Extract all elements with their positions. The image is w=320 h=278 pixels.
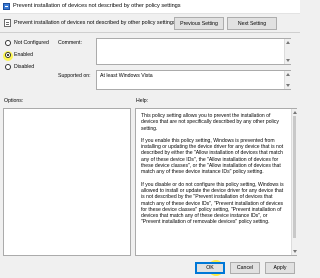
help-label: Help: [136,98,149,104]
supported-on-value: At least Windows Vista [100,73,153,79]
help-paragraph: If you disable or do not configure this … [141,181,284,226]
radio-enabled-circle[interactable] [5,52,11,58]
policy-setting-icon [4,19,11,27]
help-panel: This policy setting allows you to preven… [135,108,297,256]
radio-enabled-label: Enabled [14,52,34,58]
supported-on-field: At least Windows Vista [96,70,291,90]
radio-disabled-label: Disabled [14,64,35,70]
supported-scrollbar[interactable] [284,71,291,89]
scroll-down-icon[interactable] [286,59,290,62]
help-paragraph: This policy setting allows you to preven… [141,113,279,132]
help-scrollbar[interactable] [291,109,297,255]
previous-setting-button[interactable]: Previous Setting [174,17,224,30]
radio-disabled[interactable]: Disabled [5,64,34,70]
radio-not-configured-circle[interactable] [5,40,11,46]
radio-not-configured-label: Not Configured [14,40,49,46]
scroll-down-icon[interactable] [293,250,297,253]
ok-button[interactable]: OK [195,262,225,274]
apply-button[interactable]: Apply [265,262,295,274]
policy-icon [3,3,10,10]
policy-name-header: Prevent installation of devices not desc… [14,20,176,26]
scroll-down-icon[interactable] [286,84,290,87]
window-title: Prevent installation of devices not desc… [13,3,181,9]
options-panel [3,108,131,256]
header-divider [0,32,300,33]
comment-label: Comment: [58,40,82,46]
cancel-button[interactable]: Cancel [230,262,260,274]
help-paragraph: If you enable this policy setting, Windo… [141,137,284,176]
scroll-thumb[interactable] [293,116,296,238]
supported-on-label: Supported on: [58,73,91,79]
radio-not-configured[interactable]: Not Configured [5,40,49,46]
comment-textarea[interactable] [96,38,291,65]
scroll-up-icon[interactable] [286,41,290,44]
next-setting-button[interactable]: Next Setting [227,17,277,30]
scroll-up-icon[interactable] [293,111,297,114]
options-label: Options: [4,98,24,104]
scroll-up-icon[interactable] [286,73,290,76]
radio-disabled-circle[interactable] [5,64,11,70]
radio-enabled[interactable]: Enabled [5,52,33,58]
comment-scrollbar[interactable] [284,39,291,64]
